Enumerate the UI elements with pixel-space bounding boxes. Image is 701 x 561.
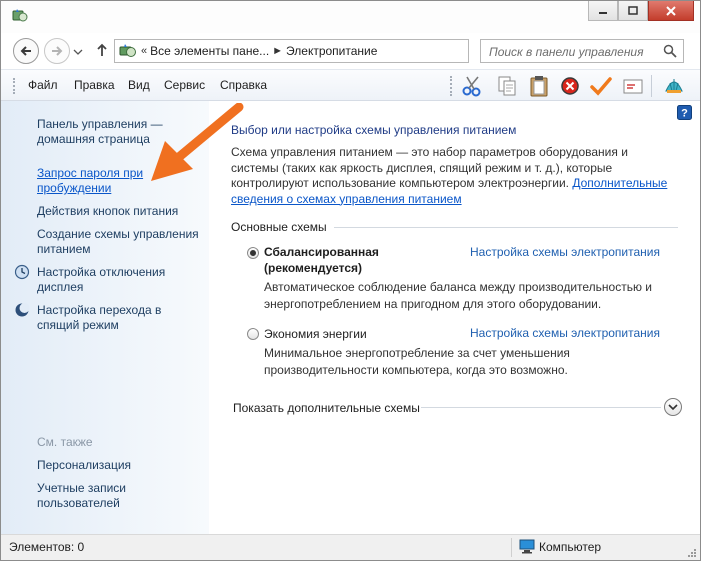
navigation-bar: « Все элементы пане... ► Электропитание … xyxy=(1,33,700,69)
paste-button[interactable] xyxy=(527,74,551,98)
menu-edit[interactable]: Правка xyxy=(74,78,115,92)
wakeup-password-link[interactable]: Запрос пароля при пробуждении xyxy=(37,166,157,196)
power-saver-plan-name[interactable]: Экономия энергии xyxy=(264,326,464,342)
balanced-plan-settings-link[interactable]: Настройка схемы электропитания xyxy=(470,245,660,259)
address-bar[interactable]: « Все элементы пане... ► Электропитание … xyxy=(114,39,563,63)
chevron-down-icon xyxy=(668,404,678,411)
power-saver-plan-radio[interactable] xyxy=(247,328,259,340)
apply-button[interactable] xyxy=(589,74,613,98)
breadcrumb-all-items[interactable]: Все элементы пане... xyxy=(150,44,269,58)
minimize-icon xyxy=(599,11,607,14)
cut-button[interactable] xyxy=(460,74,484,98)
delete-icon xyxy=(561,77,579,95)
breadcrumb-separator-icon[interactable]: ► xyxy=(272,45,283,57)
close-button[interactable] xyxy=(648,1,694,21)
search-icon xyxy=(663,44,677,58)
menu-grip xyxy=(13,78,16,94)
moon-icon xyxy=(15,303,30,317)
location-zone: Компьютер xyxy=(539,540,602,554)
radio-selected-dot xyxy=(250,250,256,256)
recent-pages-chevron-icon[interactable] xyxy=(73,48,83,56)
copy-button[interactable] xyxy=(495,74,519,98)
back-arrow-icon xyxy=(20,46,31,56)
menu-tools[interactable]: Сервис xyxy=(164,78,205,92)
power-buttons-link[interactable]: Действия кнопок питания xyxy=(37,204,207,219)
description-text: Схема управления питанием — это набор па… xyxy=(231,145,628,190)
more-plans-divider xyxy=(421,407,661,408)
power-saver-plan-description: Минимальное энергопотребление за счет ум… xyxy=(264,346,570,377)
breadcrumb-power-options[interactable]: Электропитание xyxy=(286,44,377,58)
page-description: Схема управления питанием — это набор па… xyxy=(231,145,671,207)
up-button[interactable] xyxy=(94,41,110,59)
title-bar xyxy=(1,1,700,33)
minimize-button[interactable] xyxy=(588,1,618,21)
items-count: Элементов: 0 xyxy=(9,540,85,554)
user-accounts-link[interactable]: Учетные записи пользователей xyxy=(37,481,147,511)
menu-view[interactable]: Вид xyxy=(128,78,150,92)
group-divider xyxy=(334,227,678,228)
control-panel-window: « Все элементы пане... ► Электропитание … xyxy=(0,0,701,561)
sleep-settings-link[interactable]: Настройка перехода в спящий режим xyxy=(37,303,202,333)
power-options-icon xyxy=(119,44,136,57)
close-icon xyxy=(666,5,676,16)
maximize-button[interactable] xyxy=(618,1,648,21)
svg-text:?: ? xyxy=(681,108,688,120)
app-icon xyxy=(12,9,28,22)
search-placeholder: Поиск в панели управления xyxy=(489,45,644,59)
computer-icon xyxy=(519,539,535,554)
show-more-plans-label[interactable]: Показать дополнительные схемы xyxy=(233,401,420,415)
menu-toolbar-row: Файл Правка Вид Сервис Справка xyxy=(1,69,700,101)
personalization-link[interactable]: Персонализация xyxy=(37,458,202,473)
forward-arrow-icon xyxy=(52,46,63,56)
properties-button[interactable] xyxy=(621,74,645,98)
balanced-plan-radio[interactable] xyxy=(247,247,259,259)
resize-grip-icon[interactable] xyxy=(687,548,697,558)
page-title: Выбор или настройка схемы управления пит… xyxy=(231,123,517,137)
up-arrow-icon xyxy=(97,43,107,56)
maximize-icon xyxy=(628,5,638,15)
copy-icon xyxy=(498,76,516,96)
preferred-plans-heading: Основные схемы xyxy=(231,220,327,234)
toolbar-grip xyxy=(450,76,453,96)
toolbar-separator xyxy=(651,75,652,97)
menu-file[interactable]: Файл xyxy=(28,78,58,92)
create-plan-link[interactable]: Создание схемы управления питанием xyxy=(37,227,202,257)
menu-help[interactable]: Справка xyxy=(220,78,267,92)
clock-icon xyxy=(14,264,30,280)
properties-icon xyxy=(623,79,643,94)
balanced-plan-description: Автоматическое соблюдение баланса между … xyxy=(264,280,653,311)
shell-button[interactable] xyxy=(662,74,686,98)
balanced-plan-name[interactable]: Сбалансированная (рекомендуется) xyxy=(264,244,414,276)
shell-icon xyxy=(665,79,683,93)
status-bar: Элементов: 0 Компьютер xyxy=(1,534,700,560)
status-divider xyxy=(511,538,512,557)
delete-button[interactable] xyxy=(558,74,582,98)
help-icon[interactable]: ? xyxy=(677,105,692,120)
back-button[interactable] xyxy=(13,38,39,64)
forward-button[interactable] xyxy=(44,38,70,64)
check-icon xyxy=(590,77,612,96)
window-controls xyxy=(588,1,694,23)
breadcrumb-overflow-icon[interactable]: « xyxy=(141,45,147,57)
paste-icon xyxy=(530,76,548,97)
expand-plans-button[interactable] xyxy=(664,398,682,416)
power-saver-plan-settings-link[interactable]: Настройка схемы электропитания xyxy=(470,326,660,340)
search-input[interactable]: Поиск в панели управления xyxy=(480,39,684,63)
scissors-icon xyxy=(462,76,481,97)
display-off-link[interactable]: Настройка отключения дисплея xyxy=(37,265,202,295)
see-also-heading: См. также xyxy=(37,435,93,449)
